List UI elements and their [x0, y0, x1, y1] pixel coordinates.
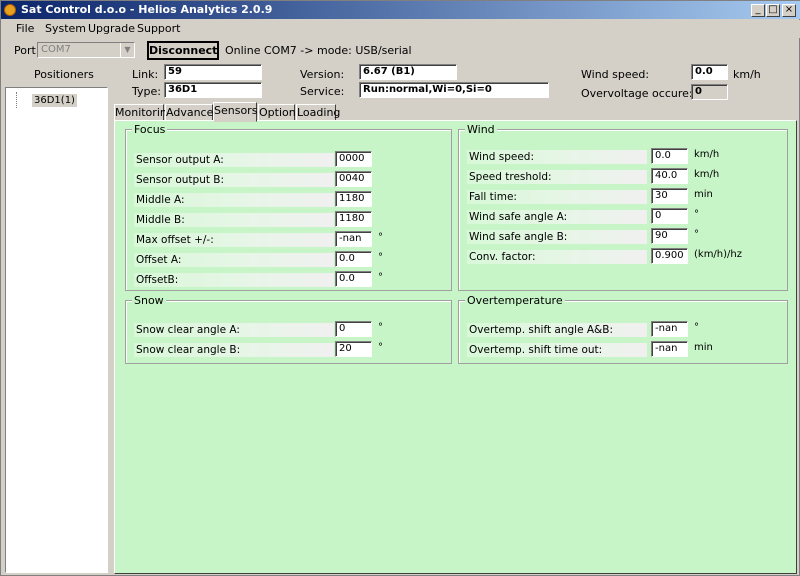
tree-line [16, 92, 20, 108]
focus-row-input[interactable]: 0040 [335, 171, 372, 187]
version-field: 6.67 (B1) [359, 64, 457, 80]
wind-row-input[interactable]: 40.0 [651, 168, 688, 184]
wind-row-unit: (km/h)/hz [694, 249, 742, 260]
snow-row-label: Snow clear angle A: [134, 323, 334, 337]
menu-bar: File System Upgrade Support [1, 20, 800, 38]
wind-row-input[interactable]: 0.900 [651, 248, 688, 264]
overtemp-row-input[interactable]: -nan [651, 341, 688, 357]
focus-group: Focus Sensor output A: 0000 Sensor output … [125, 123, 452, 291]
overvoltage-label: Overvoltage occure: [581, 87, 693, 100]
positioner-item[interactable]: 36D1(1) [32, 94, 77, 107]
overtemp-row-label: Overtemp. shift time out: [467, 343, 647, 357]
tab-monitoring[interactable]: Monitoring [114, 104, 174, 121]
service-label: Service: [300, 85, 345, 98]
menu-system[interactable]: System [45, 22, 86, 35]
title-bar: Sat Control d.o.o - Helios Analytics 2.0… [1, 1, 800, 19]
positioners-header: Positioners [34, 68, 94, 81]
focus-row-label: OffsetB: [134, 273, 334, 287]
focus-row-input[interactable]: 0.0 [335, 251, 372, 267]
focus-row-label: Offset A: [134, 253, 334, 267]
version-label: Version: [300, 68, 345, 81]
wind-row-unit: km/h [694, 169, 720, 180]
wind-row-unit: km/h [694, 149, 720, 160]
overtemp-row-unit: ° [694, 322, 699, 333]
snow-row-input[interactable]: 20 [335, 341, 372, 357]
tab-loading[interactable]: Loading [296, 104, 340, 121]
wind-row-input[interactable]: 0 [651, 208, 688, 224]
minimize-button[interactable]: _ [751, 4, 765, 17]
overtemp-title: Overtemperature [465, 294, 565, 307]
focus-row-label: Middle A: [134, 193, 334, 207]
menu-support[interactable]: Support [137, 22, 180, 35]
snow-title: Snow [132, 294, 166, 307]
port-label: Port: [14, 44, 40, 57]
wind-row-input[interactable]: 0.0 [651, 148, 688, 164]
sensors-panel: Focus Sensor output A: 0000 Sensor output … [114, 120, 797, 574]
wind-row-label: Speed treshold: [467, 170, 647, 184]
focus-row-input[interactable]: 0000 [335, 151, 372, 167]
snow-row-unit: ° [378, 342, 383, 353]
wind-row-unit: ° [694, 229, 699, 240]
app-icon [4, 4, 16, 16]
tab-options[interactable]: Options [258, 104, 301, 121]
focus-row-label: Sensor output B: [134, 173, 334, 187]
wind-row-input[interactable]: 30 [651, 188, 688, 204]
link-label: Link: [132, 68, 159, 81]
menu-file[interactable]: File [16, 22, 34, 35]
menu-upgrade[interactable]: Upgrade [88, 22, 135, 35]
wind-row-label: Wind safe angle B: [467, 230, 647, 244]
snow-row-input[interactable]: 0 [335, 321, 372, 337]
overtemp-row-input[interactable]: -nan [651, 321, 688, 337]
overtemp-row-unit: min [694, 342, 713, 353]
positioner-list[interactable]: 36D1(1) [5, 87, 108, 573]
focus-row-unit: ° [378, 252, 383, 263]
overvoltage-field: 0 [691, 84, 728, 100]
wind-row-label: Wind safe angle A: [467, 210, 647, 224]
window-title: Sat Control d.o.o - Helios Analytics 2.0… [21, 3, 273, 16]
snow-group: Snow Snow clear angle A: 0 ° Snow clear ang… [125, 294, 452, 364]
wind-row-label: Conv. factor: [467, 250, 647, 264]
focus-row-unit: ° [378, 232, 383, 243]
tab-advanced[interactable]: Advanced [165, 104, 220, 121]
tab-sensors[interactable]: Sensors [213, 102, 257, 122]
service-field: Run:normal,Wi=0,Si=0 [359, 82, 549, 98]
port-select[interactable]: COM7 ▼ [37, 42, 135, 58]
focus-title: Focus [132, 123, 168, 136]
wind-row-unit: ° [694, 209, 699, 220]
port-value: COM7 [41, 44, 71, 55]
wind-row-label: Fall time: [467, 190, 647, 204]
wind-group: Wind Wind speed: 0.0 km/h Speed treshold: 40… [458, 123, 788, 291]
focus-row-input[interactable]: -nan [335, 231, 372, 247]
wind-title: Wind [465, 123, 497, 136]
focus-row-label: Middle B: [134, 213, 334, 227]
wind-row-input[interactable]: 90 [651, 228, 688, 244]
focus-row-label: Max offset +/-: [134, 233, 334, 247]
wind-row-unit: min [694, 189, 713, 200]
wind-row-label: Wind speed: [467, 150, 647, 164]
snow-row-label: Snow clear angle B: [134, 343, 334, 357]
close-button[interactable]: × [782, 4, 796, 17]
focus-row-input[interactable]: 1180 [335, 191, 372, 207]
focus-row-unit: ° [378, 272, 383, 283]
wind-speed-unit: km/h [733, 68, 761, 81]
snow-row-unit: ° [378, 322, 383, 333]
connection-status: Online COM7 -> mode: USB/serial [225, 44, 412, 57]
wind-speed-field: 0.0 [691, 64, 728, 80]
main-window: Sat Control d.o.o - Helios Analytics 2.0… [0, 0, 800, 576]
link-field: 59 [164, 64, 262, 80]
wind-speed-label: Wind speed: [581, 68, 650, 81]
type-label: Type: [132, 85, 161, 98]
focus-row-input[interactable]: 1180 [335, 211, 372, 227]
chevron-down-icon[interactable]: ▼ [120, 43, 134, 57]
type-field: 36D1 [164, 82, 262, 98]
overtemp-group: Overtemperature Overtemp. shift angle A&… [458, 294, 788, 364]
overtemp-row-label: Overtemp. shift angle A&B: [467, 323, 647, 337]
focus-row-label: Sensor output A: [134, 153, 334, 167]
disconnect-button[interactable]: Disconnect [147, 41, 219, 60]
maximize-button[interactable]: □ [766, 4, 780, 17]
focus-row-input[interactable]: 0.0 [335, 271, 372, 287]
